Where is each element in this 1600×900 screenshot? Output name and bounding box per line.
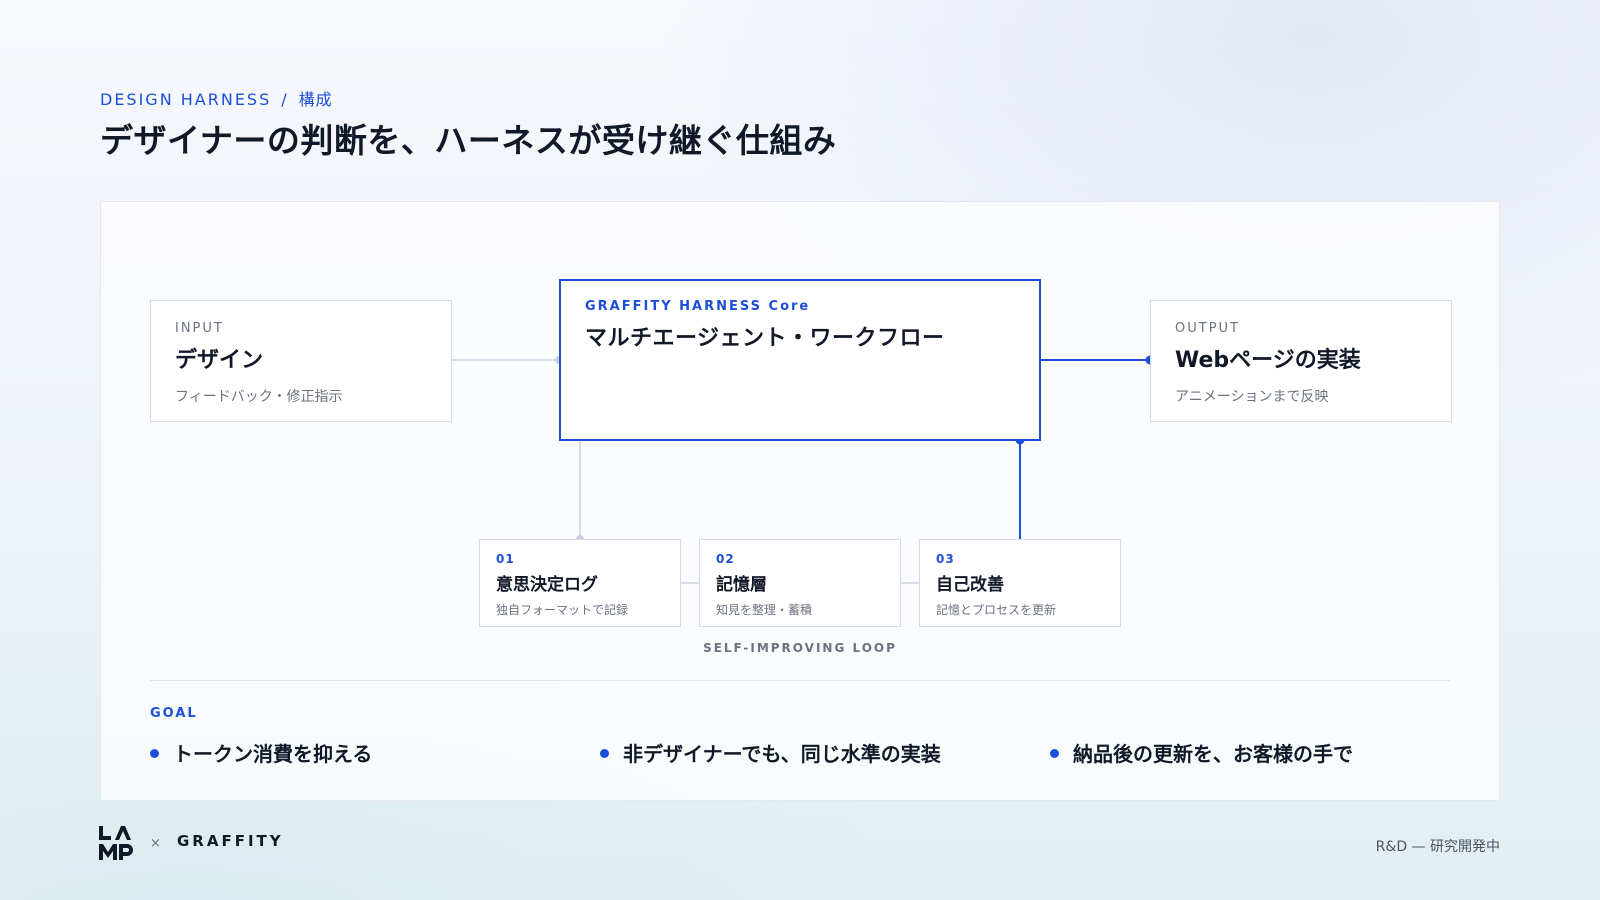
goal-item: 納品後の更新を、お客様の手で [1050, 738, 1353, 767]
input-box: INPUT デザイン フィードバック・修正指示 [150, 300, 452, 422]
lamp-logo-mark [99, 826, 133, 860]
step-title: 記憶層 [716, 575, 767, 595]
divider [150, 680, 1450, 681]
goal-label: GOAL [150, 706, 198, 721]
output-desc: アニメーションまで反映 [1175, 389, 1329, 405]
goal-item: トークン消費を抑える [150, 738, 372, 767]
status-text: R&D — 研究開発中 [1375, 839, 1500, 855]
core-label: GRAFFITY HARNESS Core [585, 299, 811, 314]
step-number: 02 [716, 552, 735, 566]
step-desc: 記憶とプロセスを更新 [936, 603, 1057, 617]
step-number: 01 [496, 552, 515, 566]
lamp-logo [99, 826, 135, 860]
goal-text: 非デザイナーでも、同じ水準の実装 [623, 742, 941, 766]
bullet-icon [150, 749, 159, 758]
core-box: GRAFFITY HARNESS Core マルチエージェント・ワークフロー [559, 279, 1041, 441]
step-self-improvement: 03 自己改善 記憶とプロセスを更新 [919, 539, 1121, 627]
input-desc: フィードバック・修正指示 [175, 389, 343, 405]
times-sign: × [150, 836, 161, 851]
step-decision-log: 01 意思決定ログ 独自フォーマットで記録 [479, 539, 681, 627]
kicker-separator: / [281, 90, 289, 109]
page-title: デザイナーの判断を、ハーネスが受け継ぐ仕組み [100, 121, 837, 160]
step-number: 03 [936, 552, 955, 566]
core-title: マルチエージェント・ワークフロー [585, 326, 945, 351]
step-title: 意思決定ログ [496, 575, 598, 595]
step-desc: 知見を整理・蓄積 [716, 603, 813, 617]
input-title: デザイン [175, 348, 264, 373]
loop-label: SELF-IMPROVING LOOP [703, 641, 897, 655]
step-desc: 独自フォーマットで記録 [496, 603, 629, 617]
bullet-icon [1050, 749, 1059, 758]
kicker-text: DESIGN HARNESS [100, 90, 272, 109]
goal-text: トークン消費を抑える [173, 742, 373, 766]
goal-item: 非デザイナーでも、同じ水準の実装 [600, 738, 941, 767]
partner-logo: GRAFFITY [177, 832, 284, 850]
output-box: OUTPUT Webページの実装 アニメーションまで反映 [1150, 300, 1452, 422]
output-label: OUTPUT [1175, 321, 1240, 336]
step-title: 自己改善 [936, 575, 1004, 595]
goal-text: 納品後の更新を、お客様の手で [1073, 742, 1353, 766]
output-title: Webページの実装 [1175, 348, 1361, 373]
kicker-sub: 構成 [298, 90, 333, 109]
input-label: INPUT [175, 321, 224, 336]
step-memory-layer: 02 記憶層 知見を整理・蓄積 [699, 539, 901, 627]
bullet-icon [600, 749, 609, 758]
page-kicker: DESIGN HARNESS / 構成 [100, 86, 333, 110]
